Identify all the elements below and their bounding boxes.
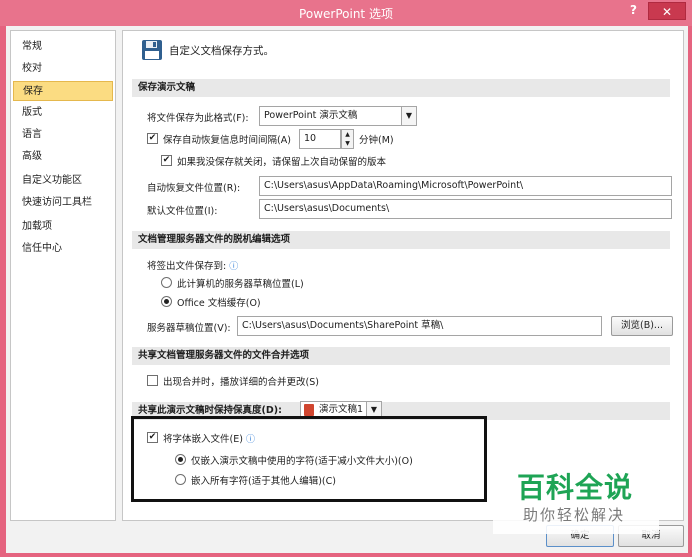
- watermark-subtitle: 助你轻松解决: [523, 506, 626, 524]
- minutes-spinner[interactable]: ▲ ▼: [341, 129, 354, 149]
- window-title: PowerPoint 选项: [299, 7, 393, 21]
- show-merge-checkbox[interactable]: [147, 375, 158, 386]
- watermark: 百科全说 助你轻松解决: [493, 462, 659, 534]
- keep-last-label: 如果我没保存就关闭，请保留上次自动保留的版本: [177, 157, 387, 168]
- default-location-input[interactable]: C:\Users\asus\Documents\: [259, 199, 672, 219]
- autorecover-label: 保存自动恢复信息时间间隔(A): [163, 135, 291, 146]
- minutes-label: 分钟(M): [359, 135, 394, 146]
- save-checked-out-label: 将签出文件保存到: ⓘ: [147, 258, 238, 272]
- fidelity-label: 共享此演示文稿时保持保真度(D):: [138, 405, 282, 416]
- sidebar-item-quick-access[interactable]: 快速访问工具栏: [13, 193, 113, 213]
- server-drafts-label: 服务器草稿位置(V):: [147, 323, 231, 334]
- server-drafts-input[interactable]: C:\Users\asus\Documents\SharePoint 草稿\: [237, 316, 602, 336]
- save-checked-out-text: 将签出文件保存到:: [147, 261, 227, 272]
- sidebar-item-addins[interactable]: 加载项: [13, 217, 113, 237]
- sidebar-item-trust-center[interactable]: 信任中心: [13, 239, 113, 259]
- sidebar-item-save[interactable]: 保存: [13, 81, 113, 101]
- section-save-presentations: 保存演示文稿: [132, 79, 670, 97]
- autorecover-location-input[interactable]: C:\Users\asus\AppData\Roaming\Microsoft\…: [259, 176, 672, 196]
- sidebar-item-advanced[interactable]: 高级: [13, 147, 113, 167]
- keep-last-checkbox[interactable]: ✔: [161, 155, 172, 166]
- format-select[interactable]: PowerPoint 演示文稿 ▼: [259, 106, 417, 126]
- radio-server-drafts[interactable]: [161, 277, 172, 288]
- radio-office-cache-label: Office 文档缓存(O): [177, 298, 261, 309]
- section-offline-editing: 文档管理服务器文件的脱机编辑选项: [132, 231, 670, 249]
- format-select-value: PowerPoint 演示文稿: [264, 110, 358, 121]
- sidebar-item-proofing[interactable]: 校对: [13, 59, 113, 79]
- section-merge: 共享文档管理服务器文件的文件合并选项: [132, 347, 670, 365]
- radio-server-drafts-label: 此计算机的服务器草稿位置(L): [177, 279, 304, 290]
- autorecover-minutes-input[interactable]: 10: [299, 129, 341, 149]
- chevron-down-icon: ▼: [401, 107, 416, 125]
- floppy-disk-icon: [141, 39, 163, 61]
- autorecover-location-label: 自动恢复文件位置(R):: [147, 183, 241, 194]
- presentation-select-value: 演示文稿1: [319, 404, 364, 415]
- page-description: 自定义文档保存方式。: [169, 45, 274, 57]
- sidebar: 常规 校对 保存 版式 语言 高级 自定义功能区 快速访问工具栏 加载项 信任中…: [10, 30, 116, 521]
- sidebar-item-customize-ribbon[interactable]: 自定义功能区: [13, 171, 113, 191]
- radio-office-cache[interactable]: [161, 296, 172, 307]
- format-label: 将文件保存为此格式(F):: [147, 113, 249, 124]
- sidebar-item-general[interactable]: 常规: [13, 37, 113, 57]
- sidebar-item-layout[interactable]: 版式: [13, 103, 113, 123]
- watermark-title: 百科全说: [517, 471, 634, 504]
- browse-button[interactable]: 浏览(B)...: [611, 316, 673, 336]
- title-bar: PowerPoint 选项 ? ✕: [0, 0, 692, 26]
- help-button[interactable]: ?: [630, 3, 637, 17]
- info-icon: ⓘ: [229, 262, 239, 272]
- close-button[interactable]: ✕: [648, 2, 686, 20]
- sidebar-item-language[interactable]: 语言: [13, 125, 113, 145]
- annotation-highlight-box: [131, 416, 487, 502]
- powerpoint-file-icon: [304, 404, 314, 416]
- show-merge-label: 出现合并时，播放详细的合并更改(S): [163, 377, 319, 388]
- default-location-label: 默认文件位置(I):: [147, 206, 218, 217]
- autorecover-checkbox[interactable]: ✔: [147, 133, 158, 144]
